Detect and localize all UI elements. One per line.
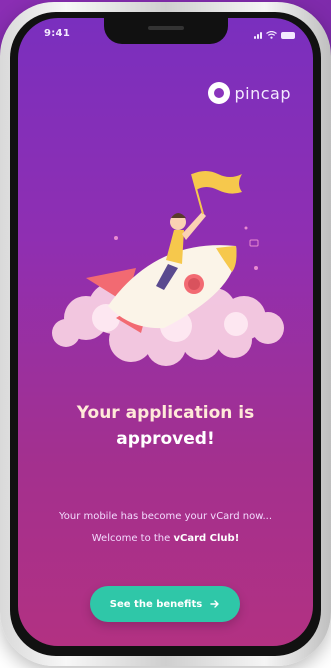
speaker bbox=[148, 26, 184, 30]
brand-logo: pincap bbox=[207, 82, 292, 104]
brand-name: pincap bbox=[234, 83, 291, 103]
status-icons bbox=[254, 29, 295, 39]
phone-screen: 9:41 pincap Your application is approved… bbox=[18, 18, 313, 646]
rocket-rider-illustration bbox=[52, 171, 284, 366]
wifi-icon bbox=[266, 31, 277, 39]
status-time: 9:41 bbox=[44, 28, 71, 39]
arrow-right-icon bbox=[210, 600, 219, 608]
approval-message: Your mobile has become your vCard now...… bbox=[18, 506, 313, 550]
headline: Your application is approved! bbox=[18, 400, 313, 452]
notch bbox=[104, 18, 228, 44]
scene: 9:41 pincap Your application is approved… bbox=[0, 0, 331, 668]
headline-line-1: Your application is bbox=[76, 403, 255, 423]
see-benefits-label: See the benefits bbox=[109, 598, 203, 610]
message-line-2-prefix: Welcome to the bbox=[91, 533, 174, 544]
battery-icon bbox=[281, 32, 295, 39]
pincap-logo-icon bbox=[207, 82, 230, 104]
message-line-2-highlight: vCard Club! bbox=[173, 533, 240, 544]
message-line-2: Welcome to the vCard Club! bbox=[18, 528, 313, 550]
signal-icon bbox=[254, 31, 262, 39]
see-benefits-button[interactable]: See the benefits bbox=[90, 586, 240, 622]
headline-line-2: approved! bbox=[116, 429, 215, 449]
message-line-1: Your mobile has become your vCard now... bbox=[58, 511, 273, 522]
